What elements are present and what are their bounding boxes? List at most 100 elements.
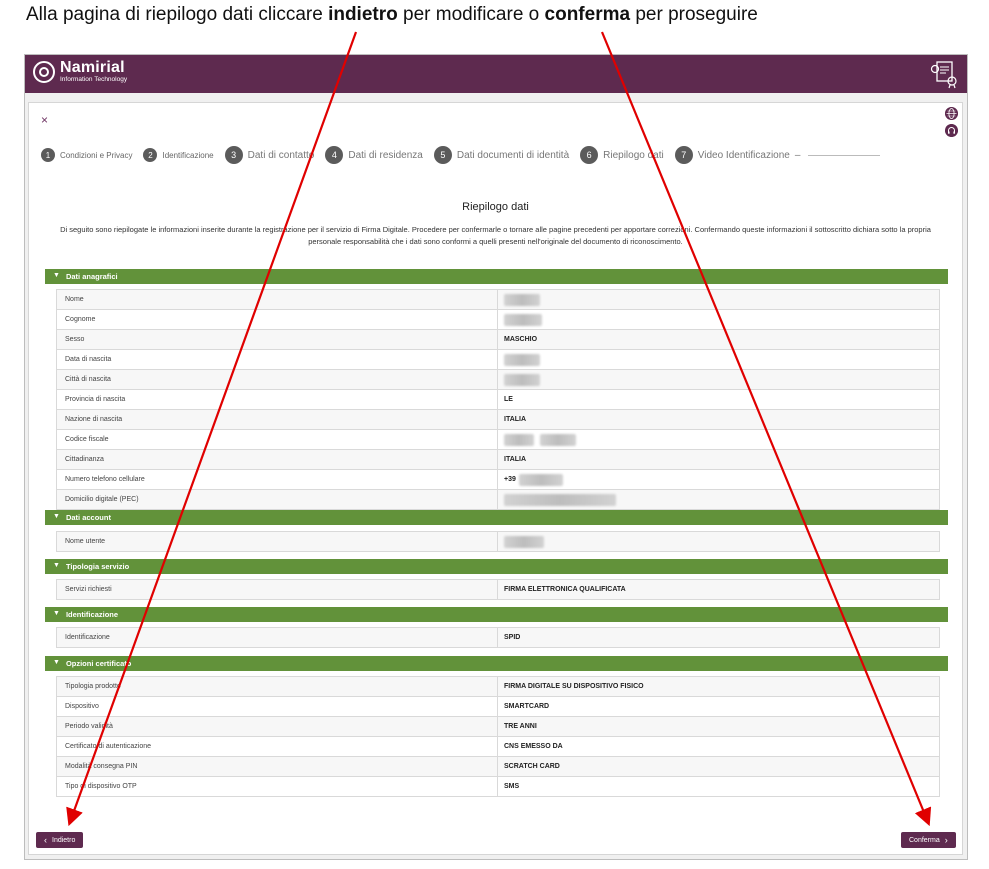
section-opzioni-certificato[interactable]: ▼ Opzioni certificato bbox=[45, 656, 948, 671]
servizio-table: Servizi richiesti FIRMA ELETTRONICA QUALI… bbox=[56, 579, 940, 600]
table-row: Nome bbox=[57, 290, 939, 310]
redacted-value bbox=[504, 535, 544, 548]
chevron-down-icon: ▼ bbox=[53, 513, 60, 520]
step-4[interactable]: 4 Dati di residenza bbox=[325, 146, 423, 164]
caption-mid: per modificare o bbox=[397, 4, 545, 25]
table-row: Domicilio digitale (PEC) bbox=[57, 490, 939, 510]
intro-text: Di seguito sono riepilogate le informazi… bbox=[60, 225, 931, 246]
step-label: Video Identificazione bbox=[697, 149, 790, 161]
step-label: Riepilogo dati bbox=[603, 149, 664, 161]
row-value: FIRMA DIGITALE SU DISPOSITIVO FISICO bbox=[504, 683, 644, 690]
chevron-down-icon: ▼ bbox=[53, 562, 60, 569]
chevron-down-icon: ▼ bbox=[53, 659, 60, 666]
row-value bbox=[498, 310, 939, 329]
section-title: Identificazione bbox=[65, 610, 119, 619]
table-row: Servizi richiesti FIRMA ELETTRONICA QUALI… bbox=[57, 580, 939, 600]
globe-icon[interactable] bbox=[945, 107, 958, 120]
section-title: Tipologia servizio bbox=[65, 562, 130, 571]
row-value bbox=[498, 290, 939, 309]
step-label: Identificazione bbox=[162, 150, 214, 160]
table-row: Modalità consegna PIN SCRATCH CARD bbox=[57, 757, 939, 777]
section-dati-anagrafici[interactable]: ▼ Dati anagrafici bbox=[45, 269, 948, 284]
headset-icon[interactable] bbox=[945, 124, 958, 137]
row-value: ITALIA bbox=[504, 456, 527, 463]
row-label: Identificazione bbox=[57, 628, 498, 647]
step-1[interactable]: 1 Condizioni e Privacy bbox=[41, 148, 132, 162]
row-value bbox=[498, 490, 939, 509]
step-3[interactable]: 3 Dati di contatto bbox=[224, 146, 315, 164]
table-row: Identificazione SPID bbox=[57, 628, 939, 648]
redacted-value bbox=[504, 293, 540, 306]
table-row: Tipologia prodotto FIRMA DIGITALE SU DISP… bbox=[57, 677, 939, 697]
row-label: Certificato di autenticazione bbox=[57, 737, 498, 756]
step-suffix: – bbox=[794, 149, 801, 161]
redacted-value bbox=[504, 433, 534, 446]
row-label: Domicilio digitale (PEC) bbox=[57, 490, 498, 509]
step-7[interactable]: 7 Video Identificazione – bbox=[674, 146, 881, 164]
wizard-panel: × 1 Condizioni e Privacy 2 Identificazio… bbox=[28, 102, 963, 855]
row-value: FIRMA ELETTRONICA QUALIFICATA bbox=[504, 586, 626, 593]
table-row: Periodo validità TRE ANNI bbox=[57, 717, 939, 737]
phone-prefix: +39 bbox=[504, 476, 516, 483]
step-label: Dati di contatto bbox=[247, 149, 315, 161]
app-window: Namirial Information Technology × 1 Cond… bbox=[24, 54, 968, 860]
brand-logo: Namirial Information Technology bbox=[33, 60, 127, 84]
row-value bbox=[498, 350, 939, 369]
opzioni-table: Tipologia prodotto FIRMA DIGITALE SU DISP… bbox=[56, 676, 940, 797]
document-certificate-icon bbox=[930, 61, 957, 89]
caption-post: per proseguire bbox=[630, 4, 758, 25]
table-row: Provincia di nascita LE bbox=[57, 390, 939, 410]
chevron-down-icon: ▼ bbox=[53, 272, 60, 279]
row-label: Tipologia prodotto bbox=[57, 677, 498, 696]
chevron-right-icon: › bbox=[944, 835, 948, 845]
section-tipologia-servizio[interactable]: ▼ Tipologia servizio bbox=[45, 559, 948, 574]
row-value: SCRATCH CARD bbox=[504, 763, 560, 770]
close-button[interactable]: × bbox=[41, 113, 48, 127]
row-value: TRE ANNI bbox=[504, 723, 537, 730]
row-label: Codice fiscale bbox=[57, 430, 498, 449]
step-label: Dati documenti di identità bbox=[456, 149, 570, 161]
redacted-value bbox=[504, 493, 616, 506]
row-label: Cittadinanza bbox=[57, 450, 498, 469]
table-row: Dispositivo SMARTCARD bbox=[57, 697, 939, 717]
step-number: 5 bbox=[433, 146, 452, 164]
top-bar: Namirial Information Technology bbox=[25, 55, 967, 93]
section-title: Dati anagrafici bbox=[65, 272, 118, 281]
table-row: Nome utente bbox=[57, 532, 939, 552]
conferma-button[interactable]: Conferma › bbox=[901, 832, 956, 848]
table-row: Cognome bbox=[57, 310, 939, 330]
identificazione-table: Identificazione SPID bbox=[56, 627, 940, 648]
row-value: MASCHIO bbox=[504, 336, 538, 343]
redacted-value bbox=[504, 313, 542, 326]
table-row: Certificato di autenticazione CNS EMESSO … bbox=[57, 737, 939, 757]
step-label: Condizioni e Privacy bbox=[60, 150, 133, 160]
row-value: LE bbox=[504, 396, 513, 403]
step-number: 2 bbox=[143, 148, 158, 162]
section-title: Opzioni certificato bbox=[65, 659, 132, 668]
row-value bbox=[498, 532, 939, 551]
logo-text: Namirial Information Technology bbox=[60, 60, 127, 84]
row-value: SMS bbox=[504, 783, 520, 790]
redacted-value bbox=[504, 373, 540, 386]
row-value: ITALIA bbox=[504, 416, 527, 423]
step-5[interactable]: 5 Dati documenti di identità bbox=[433, 146, 570, 164]
step-number: 7 bbox=[674, 146, 693, 164]
wizard-steps: 1 Condizioni e Privacy 2 Identificazione… bbox=[41, 146, 891, 164]
section-identificazione[interactable]: ▼ Identificazione bbox=[45, 607, 948, 622]
redacted-value bbox=[540, 433, 576, 446]
indietro-button[interactable]: ‹ Indietro bbox=[36, 832, 84, 848]
step-number: 3 bbox=[224, 146, 243, 164]
section-dati-account[interactable]: ▼ Dati account bbox=[45, 510, 948, 525]
row-label: Nome utente bbox=[57, 532, 498, 551]
screenshot-root: Alla pagina di riepilogo dati cliccare i… bbox=[0, 0, 989, 869]
conferma-label: Conferma bbox=[909, 836, 940, 844]
step-6[interactable]: 6 Riepilogo dati bbox=[580, 146, 664, 164]
caption-indietro: indietro bbox=[328, 4, 398, 25]
table-row: Cittadinanza ITALIA bbox=[57, 450, 939, 470]
anagrafici-table: Nome Cognome Sesso MASCHIO Data di nascit… bbox=[56, 289, 940, 510]
table-row: Data di nascita bbox=[57, 350, 939, 370]
row-value bbox=[498, 370, 939, 389]
section-title: Dati account bbox=[65, 513, 111, 522]
step-2[interactable]: 2 Identificazione bbox=[143, 148, 214, 162]
row-value bbox=[498, 430, 939, 449]
